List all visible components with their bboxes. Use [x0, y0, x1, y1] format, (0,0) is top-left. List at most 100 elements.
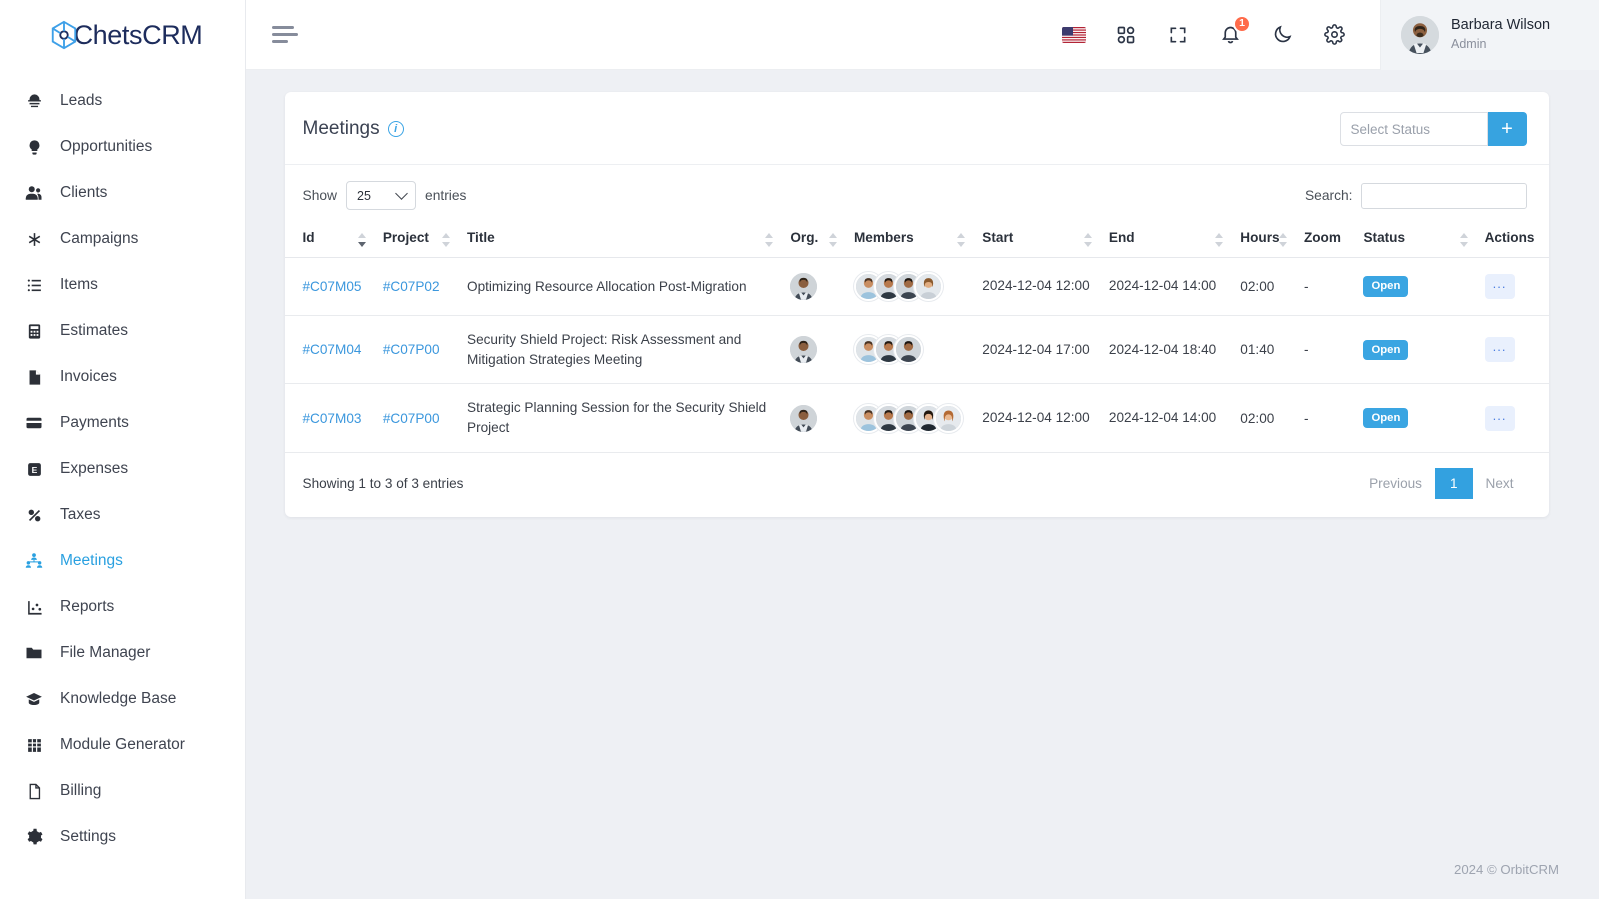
- add-meeting-button[interactable]: +: [1487, 112, 1527, 146]
- sidebar-item-opportunities[interactable]: Opportunities: [0, 124, 245, 170]
- cell-project: #C07P00: [374, 383, 459, 453]
- search-input[interactable]: [1360, 182, 1527, 209]
- sidebar-item-file-manager[interactable]: File Manager: [0, 630, 245, 676]
- pagination: Previous 1 Next: [1356, 467, 1527, 499]
- sidebar-item-label: Billing: [60, 782, 102, 799]
- sidebar-item-billing[interactable]: Billing: [0, 768, 245, 814]
- col-actions: Actions: [1476, 220, 1549, 258]
- folder-icon: [24, 643, 44, 663]
- people-group-icon: [24, 551, 44, 571]
- status-filter-placeholder: Select Status: [1350, 121, 1431, 137]
- sidebar-item-clients[interactable]: Clients: [0, 170, 245, 216]
- table-header: Id Project Title Org. Members Start End …: [284, 220, 1549, 258]
- sidebar-item-invoices[interactable]: Invoices: [0, 354, 245, 400]
- col-title[interactable]: Title: [459, 220, 783, 258]
- col-members[interactable]: Members: [845, 220, 975, 258]
- sort-icon: [765, 233, 774, 247]
- cell-end: 2024-12-04 18:40: [1100, 315, 1233, 385]
- pagination-previous[interactable]: Previous: [1356, 469, 1435, 498]
- sidebar-item-expenses[interactable]: E Expenses: [0, 446, 245, 492]
- sidebar-item-estimates[interactable]: Estimates: [0, 308, 245, 354]
- cell-status: Open: [1355, 383, 1477, 453]
- flag-usa-icon[interactable]: [1062, 23, 1086, 47]
- sidebar-item-label: Items: [60, 276, 98, 293]
- col-start[interactable]: Start: [974, 220, 1101, 258]
- member-avatars: [853, 335, 966, 365]
- col-zoom-label: Zoom: [1303, 230, 1341, 245]
- show-label: Show: [302, 188, 338, 203]
- apps-grid-icon[interactable]: [1114, 23, 1138, 47]
- info-icon[interactable]: i: [387, 121, 404, 137]
- sidebar-nav: Leads Opportunities Clients Campaigns It…: [0, 70, 245, 860]
- org-avatar: [790, 336, 818, 364]
- col-status[interactable]: Status: [1355, 220, 1477, 258]
- member-avatar: [933, 403, 963, 433]
- project-id-link[interactable]: #C07P00: [383, 411, 440, 426]
- sidebar-item-meetings[interactable]: Meetings: [0, 538, 245, 584]
- sidebar-item-label: Expenses: [60, 460, 129, 477]
- topbar-right: 1 Barbara Wilson Admin: [1062, 0, 1599, 70]
- col-end[interactable]: End: [1100, 220, 1233, 258]
- row-actions-button[interactable]: ...: [1484, 274, 1515, 299]
- status-filter-select[interactable]: Select Status: [1339, 112, 1488, 146]
- meeting-id-link[interactable]: #C07M05: [303, 279, 362, 294]
- member-avatar: [893, 335, 923, 365]
- sidebar-item-label: Estimates: [60, 322, 129, 339]
- sidebar-item-knowledge-base[interactable]: Knowledge Base: [0, 676, 245, 722]
- col-project[interactable]: Project: [374, 220, 459, 258]
- row-actions-button[interactable]: ...: [1484, 337, 1515, 363]
- gear-icon[interactable]: [1322, 23, 1346, 47]
- grid-table-icon: [24, 735, 44, 755]
- col-id[interactable]: Id: [284, 220, 375, 258]
- member-avatars: [853, 272, 966, 301]
- page-length-select[interactable]: 25: [346, 181, 417, 210]
- cell-hours: 01:40: [1232, 315, 1296, 385]
- sidebar-item-campaigns[interactable]: Campaigns: [0, 216, 245, 262]
- sidebar-item-module-generator[interactable]: Module Generator: [0, 722, 245, 768]
- main-area: 1 Barbara Wilson Admin Meetings i Select…: [246, 0, 1599, 899]
- moon-icon[interactable]: [1270, 23, 1294, 47]
- sidebar-item-items[interactable]: Items: [0, 262, 245, 308]
- sidebar-item-taxes[interactable]: Taxes: [0, 492, 245, 538]
- status-badge: Open: [1363, 276, 1409, 297]
- status-badge: Open: [1363, 408, 1409, 429]
- fullscreen-icon[interactable]: [1166, 23, 1190, 47]
- chets-logo-icon: [49, 20, 79, 50]
- user-profile-menu[interactable]: Barbara Wilson Admin: [1380, 0, 1599, 70]
- sidebar-item-label: Meetings: [60, 552, 123, 569]
- sidebar-item-label: Settings: [60, 828, 117, 845]
- col-org-label: Org.: [790, 230, 819, 245]
- member-avatars: [853, 403, 966, 433]
- table-row: #C07M03 #C07P00 Strategic Planning Sessi…: [284, 383, 1549, 453]
- cell-hours: 02:00: [1232, 257, 1296, 316]
- table-footer: Showing 1 to 3 of 3 entries Previous 1 N…: [285, 453, 1549, 517]
- cell-id: #C07M04: [284, 315, 375, 385]
- sort-icon: [357, 233, 367, 247]
- file-icon: [24, 367, 44, 387]
- hamburger-icon[interactable]: [272, 25, 298, 45]
- chart-icon: [24, 597, 44, 617]
- sidebar-item-reports[interactable]: Reports: [0, 584, 245, 630]
- pagination-next[interactable]: Next: [1473, 469, 1527, 498]
- row-actions-button[interactable]: ...: [1484, 405, 1515, 431]
- cell-status: Open: [1355, 315, 1477, 385]
- graduation-cap-icon: [24, 689, 44, 709]
- pagination-page-1[interactable]: 1: [1434, 467, 1473, 499]
- sidebar-item-leads[interactable]: Leads: [0, 78, 245, 124]
- col-start-label: Start: [982, 230, 1014, 245]
- meeting-id-link[interactable]: #C07M04: [303, 342, 362, 357]
- bell-icon[interactable]: 1: [1218, 14, 1251, 47]
- brand-name: ChetsCRM: [73, 19, 203, 50]
- brand-logo[interactable]: ChetsCRM: [0, 0, 245, 70]
- col-hours[interactable]: Hours: [1232, 220, 1296, 258]
- sidebar-item-payments[interactable]: Payments: [0, 400, 245, 446]
- sidebar-item-settings[interactable]: Settings: [0, 814, 245, 860]
- col-org[interactable]: Org.: [782, 220, 846, 258]
- document-icon: [24, 781, 44, 801]
- project-id-link[interactable]: #C07P00: [383, 342, 440, 357]
- meeting-id-link[interactable]: #C07M03: [303, 411, 362, 426]
- cell-org: [782, 257, 846, 316]
- project-id-link[interactable]: #C07P02: [383, 279, 440, 294]
- cell-hours: 02:00: [1232, 383, 1296, 453]
- status-badge: Open: [1363, 339, 1409, 360]
